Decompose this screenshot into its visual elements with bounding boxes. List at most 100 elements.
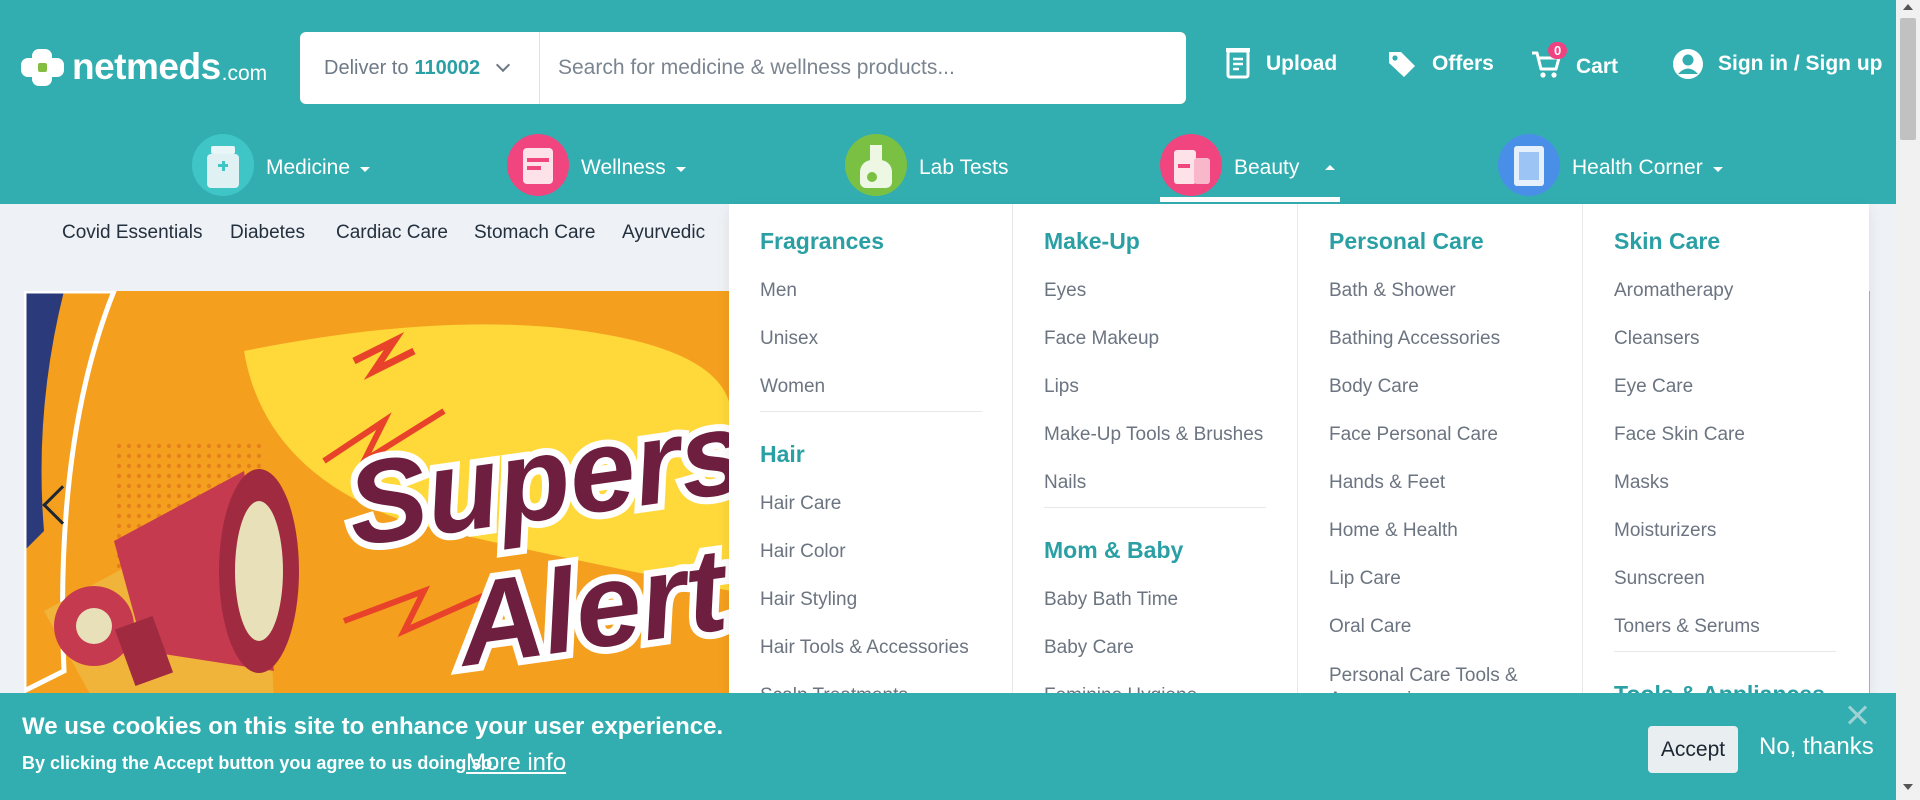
deliver-to-selector[interactable]: Deliver to 110002 xyxy=(300,32,540,104)
chevron-down-icon xyxy=(496,57,511,73)
menu-item[interactable]: Lips xyxy=(1044,376,1079,398)
site-header: netmeds .com Deliver to 110002 Upload Of… xyxy=(0,0,1896,204)
menu-item[interactable]: Lip Care xyxy=(1329,568,1401,590)
search-bar: Deliver to 110002 xyxy=(300,32,1186,104)
subnav-item[interactable]: Cardiac Care xyxy=(336,222,448,244)
category-label: Beauty xyxy=(1234,156,1300,179)
menu-item[interactable]: Women xyxy=(760,376,825,398)
menu-item[interactable]: Hair Tools & Accessories xyxy=(760,637,969,659)
subnav-item[interactable]: Covid Essentials xyxy=(62,222,202,244)
upload-link[interactable]: Upload xyxy=(1224,48,1337,80)
more-info-link[interactable]: More info xyxy=(466,749,566,777)
menu-column-2: Make-Up Eyes Face Makeup Lips Make-Up To… xyxy=(1013,204,1298,694)
menu-item[interactable]: Body Care xyxy=(1329,376,1419,398)
menu-item[interactable]: Oral Care xyxy=(1329,616,1411,638)
menu-item[interactable]: Moisturizers xyxy=(1614,520,1716,542)
no-thanks-button[interactable]: No, thanks xyxy=(1759,733,1874,761)
scrollbar-thumb[interactable] xyxy=(1900,18,1916,140)
logo-name: netmeds xyxy=(72,46,221,87)
menu-item[interactable]: Make-Up Tools & Brushes xyxy=(1044,424,1263,446)
beauty-mega-menu: Fragrances Men Unisex Women Hair Hair Ca… xyxy=(729,204,1869,694)
subnav-item[interactable]: Diabetes xyxy=(230,222,305,244)
category-label: Medicine xyxy=(266,156,351,179)
category-label: Lab Tests xyxy=(919,156,1009,179)
cart-count-badge: 0 xyxy=(1548,42,1568,59)
cart-label: Cart xyxy=(1576,55,1619,78)
category-wellness[interactable]: Wellness xyxy=(507,134,686,204)
category-label: Wellness xyxy=(581,156,666,179)
cookie-consent-bar: We use cookies on this site to enhance y… xyxy=(0,693,1896,800)
menu-item[interactable]: Sunscreen xyxy=(1614,568,1705,590)
menu-column-3: Personal Care Bath & Shower Bathing Acce… xyxy=(1298,204,1583,694)
menu-group-hair[interactable]: Hair xyxy=(760,441,805,468)
netmeds-logo[interactable]: netmeds .com xyxy=(18,46,267,88)
menu-item[interactable]: Face Skin Care xyxy=(1614,424,1745,446)
lab-flask-icon xyxy=(845,134,907,196)
cookie-title: We use cookies on this site to enhance y… xyxy=(22,713,724,740)
scroll-down-arrow-icon[interactable] xyxy=(1903,784,1913,790)
tag-icon xyxy=(1389,52,1415,77)
health-corner-icon xyxy=(1498,134,1560,196)
menu-item[interactable]: Face Personal Care xyxy=(1329,424,1498,446)
menu-item[interactable]: Hair Care xyxy=(760,493,841,515)
medicine-bottle-icon xyxy=(192,134,254,196)
menu-item[interactable]: Men xyxy=(760,280,797,302)
menu-item[interactable]: Aromatherapy xyxy=(1614,280,1733,302)
upload-label: Upload xyxy=(1266,52,1338,75)
menu-item[interactable]: Face Makeup xyxy=(1044,328,1159,350)
logo-tld: .com xyxy=(221,61,268,85)
menu-item[interactable]: Cleansers xyxy=(1614,328,1700,350)
menu-divider xyxy=(760,411,982,412)
scroll-up-arrow-icon[interactable] xyxy=(1903,4,1913,10)
menu-group-make-up[interactable]: Make-Up xyxy=(1044,228,1140,255)
plus-logo-icon xyxy=(18,46,68,88)
category-health-corner[interactable]: Health Corner xyxy=(1498,134,1723,204)
promo-banner[interactable]: Supersa Supersa Alert Alert xyxy=(24,291,731,701)
pincode: 110002 xyxy=(414,56,481,79)
beauty-icon xyxy=(1160,134,1222,196)
close-icon[interactable] xyxy=(1845,703,1869,727)
sign-in-link[interactable]: Sign in / Sign up xyxy=(1672,48,1882,80)
category-label: Health Corner xyxy=(1572,156,1703,179)
menu-item[interactable]: Bath & Shower xyxy=(1329,280,1456,302)
menu-group-mom-baby[interactable]: Mom & Baby xyxy=(1044,537,1183,564)
menu-item[interactable]: Personal Care Tools & Accessories xyxy=(1329,664,1549,694)
search-input[interactable] xyxy=(540,32,1180,104)
prescription-upload-icon xyxy=(1226,48,1250,79)
chevron-down-icon xyxy=(1712,167,1723,172)
offers-link[interactable]: Offers xyxy=(1386,48,1494,80)
offers-label: Offers xyxy=(1432,52,1494,75)
menu-item[interactable]: Eye Care xyxy=(1614,376,1693,398)
menu-item[interactable]: Masks xyxy=(1614,472,1669,494)
menu-item[interactable]: Hair Color xyxy=(760,541,846,563)
subnav-item[interactable]: Ayurvedic xyxy=(622,222,705,244)
menu-item[interactable]: Toners & Serums xyxy=(1614,616,1760,638)
menu-column-4: Skin Care Aromatherapy Cleansers Eye Car… xyxy=(1583,204,1869,694)
subnav-item[interactable]: Stomach Care xyxy=(474,222,595,244)
menu-item[interactable]: Home & Health xyxy=(1329,520,1458,542)
category-beauty[interactable]: Beauty xyxy=(1160,134,1341,204)
menu-group-personal-care[interactable]: Personal Care xyxy=(1329,228,1484,255)
menu-item[interactable]: Baby Care xyxy=(1044,637,1134,659)
category-lab-tests[interactable]: Lab Tests xyxy=(845,134,1009,204)
page-scrollbar[interactable] xyxy=(1896,0,1920,800)
menu-group-fragrances[interactable]: Fragrances xyxy=(760,228,884,255)
chevron-down-icon xyxy=(675,167,686,172)
menu-item[interactable]: Hair Styling xyxy=(760,589,857,611)
sign-in-label: Sign in / Sign up xyxy=(1718,52,1883,75)
chevron-up-icon xyxy=(1325,165,1336,170)
menu-group-skin-care[interactable]: Skin Care xyxy=(1614,228,1720,255)
menu-item[interactable]: Eyes xyxy=(1044,280,1086,302)
menu-column-1: Fragrances Men Unisex Women Hair Hair Ca… xyxy=(729,204,1013,694)
menu-item[interactable]: Unisex xyxy=(760,328,818,350)
user-account-icon xyxy=(1673,49,1703,79)
menu-item[interactable]: Baby Bath Time xyxy=(1044,589,1178,611)
menu-item[interactable]: Hands & Feet xyxy=(1329,472,1445,494)
menu-item[interactable]: Nails xyxy=(1044,472,1086,494)
category-medicine[interactable]: Medicine xyxy=(192,134,371,204)
cart-icon-wrap: 0 xyxy=(1530,42,1576,86)
cart-link[interactable]: 0 Cart xyxy=(1530,42,1619,86)
accept-button[interactable]: Accept xyxy=(1648,726,1738,773)
menu-item[interactable]: Bathing Accessories xyxy=(1329,328,1500,350)
wellness-icon xyxy=(507,134,569,196)
